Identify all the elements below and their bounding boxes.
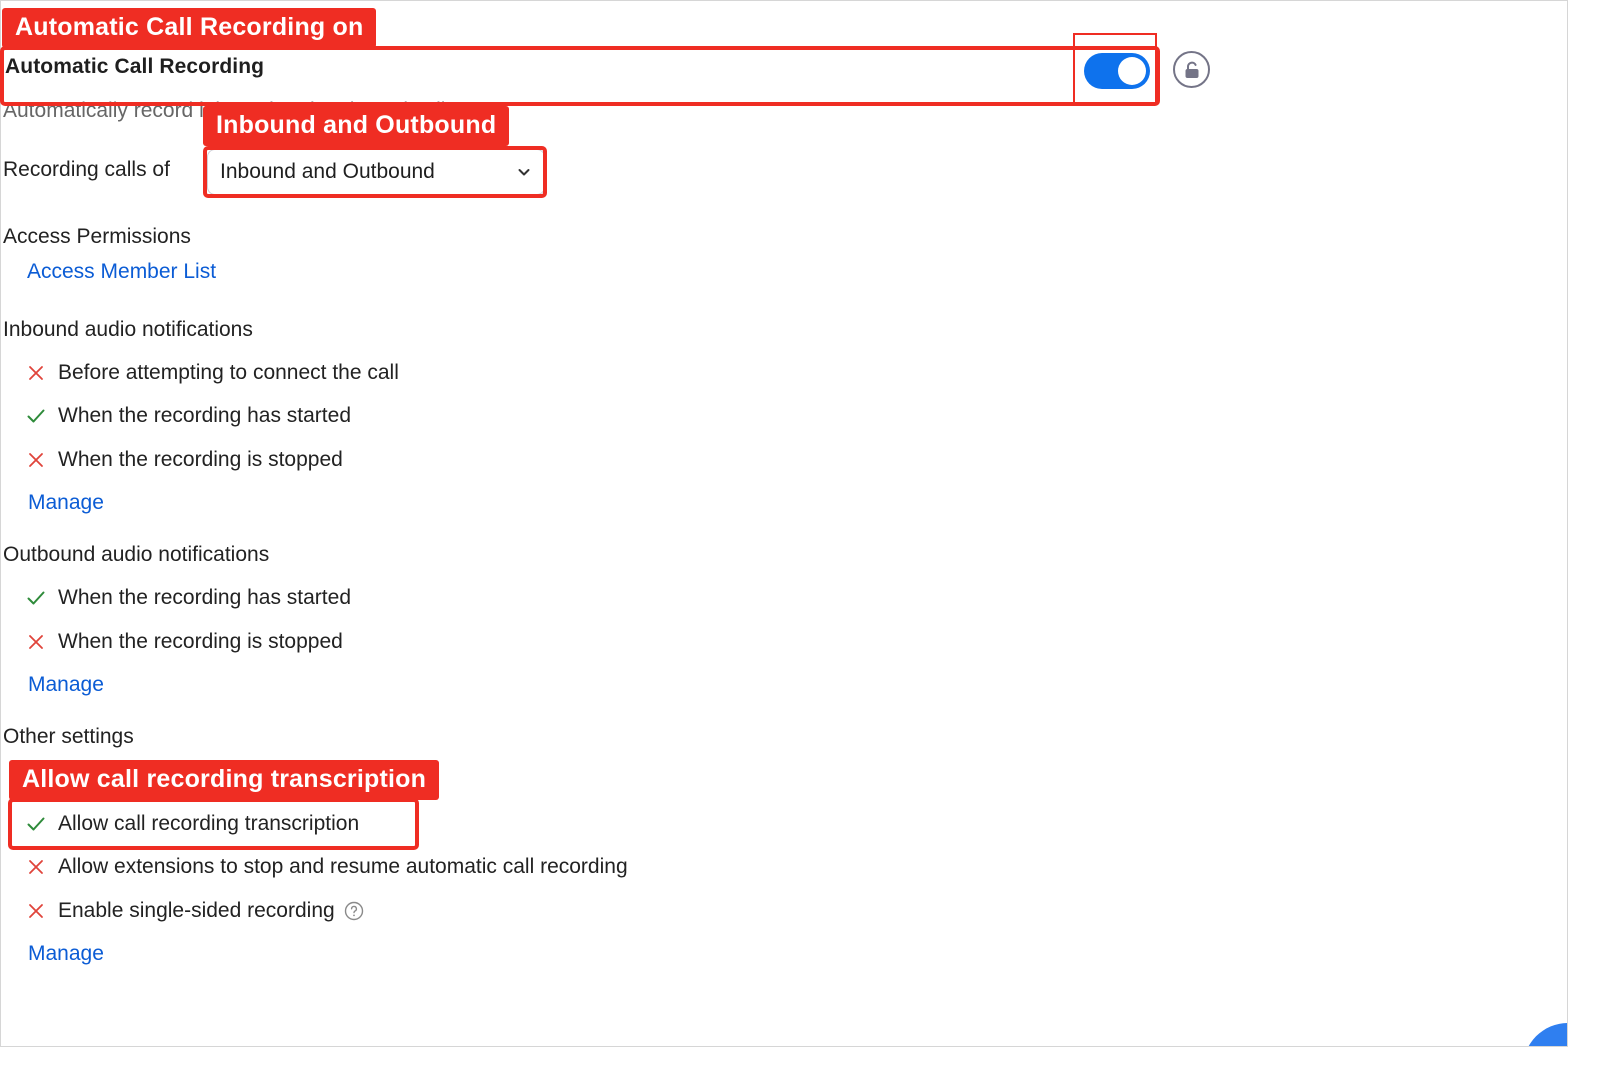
outbound-item: When the recording has started	[26, 583, 351, 613]
other-settings-heading: Other settings	[3, 725, 134, 748]
outbound-item-label: When the recording is stopped	[58, 630, 343, 653]
outbound-item-label: When the recording has started	[58, 586, 351, 609]
cross-icon	[26, 901, 46, 921]
outbound-manage-link[interactable]: Manage	[28, 673, 104, 697]
inbound-item: When the recording has started	[26, 401, 351, 431]
annotation-box-recording	[0, 46, 1160, 106]
cross-icon	[26, 450, 46, 470]
cross-icon	[26, 363, 46, 383]
access-permissions-heading: Access Permissions	[3, 225, 191, 248]
lock-button[interactable]	[1173, 51, 1210, 88]
annotation-label-inbound-outbound: Inbound and Outbound	[203, 106, 510, 146]
other-item-label: Enable single-sided recording	[58, 899, 335, 922]
recording-calls-label: Recording calls of	[3, 158, 170, 181]
inbound-item: When the recording is stopped	[26, 445, 343, 475]
cross-icon	[26, 857, 46, 877]
inbound-manage-link[interactable]: Manage	[28, 491, 104, 515]
inbound-item: Before attempting to connect the call	[26, 358, 399, 388]
check-icon	[26, 588, 46, 608]
lock-icon	[1185, 61, 1198, 78]
annotation-box-inbound-outbound	[203, 146, 547, 198]
inbound-heading: Inbound audio notifications	[3, 318, 253, 341]
check-icon	[26, 406, 46, 426]
inbound-item-label: When the recording has started	[58, 404, 351, 427]
help-icon[interactable]	[344, 901, 364, 921]
annotation-box-toggle	[1073, 33, 1157, 104]
outbound-heading: Outbound audio notifications	[3, 543, 270, 566]
access-member-list-link[interactable]: Access Member List	[27, 260, 216, 284]
annotation-label-recording-on: Automatic Call Recording on	[2, 8, 377, 48]
annotation-label-transcription: Allow call recording transcription	[9, 760, 440, 800]
help-fab[interactable]	[1523, 1023, 1567, 1046]
inbound-item-label: Before attempting to connect the call	[58, 361, 399, 384]
inbound-item-label: When the recording is stopped	[58, 448, 343, 471]
cross-icon	[26, 632, 46, 652]
outbound-item: When the recording is stopped	[26, 627, 343, 657]
other-item: Enable single-sided recording	[26, 896, 364, 926]
other-item: Allow extensions to stop and resume auto…	[26, 852, 628, 882]
annotation-box-transcription	[8, 798, 419, 850]
other-manage-link[interactable]: Manage	[28, 942, 104, 966]
other-item-label: Allow extensions to stop and resume auto…	[58, 855, 628, 878]
